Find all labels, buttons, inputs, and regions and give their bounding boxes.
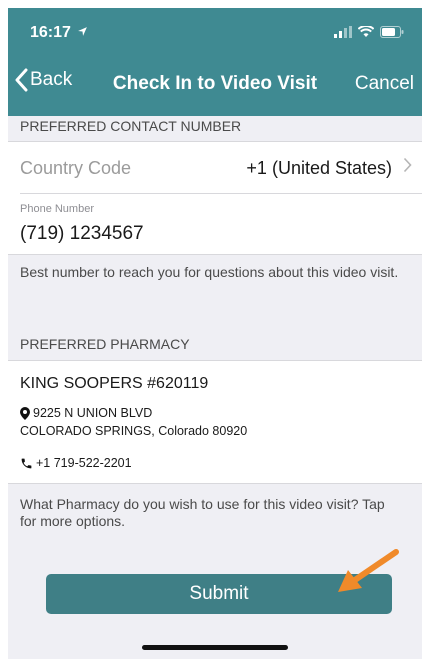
phone-icon (20, 457, 33, 470)
country-code-row[interactable]: Country Code +1 (United States) (8, 142, 422, 194)
home-indicator (142, 645, 288, 650)
contact-help-text: Best number to reach you for questions a… (20, 264, 399, 280)
section-header-contact: PREFERRED CONTACT NUMBER (20, 118, 242, 134)
section-header-pharmacy: PREFERRED PHARMACY (20, 336, 190, 352)
back-button[interactable]: Back (14, 68, 72, 92)
navigation-bar: Back Check In to Video Visit Cancel (8, 64, 422, 104)
divider (8, 483, 422, 484)
pharmacy-help-text: What Pharmacy do you wish to use for thi… (20, 496, 385, 529)
orange-arrow-annotation (338, 549, 399, 592)
phone-number-label: Phone Number (20, 203, 94, 215)
chevron-left-icon (15, 68, 28, 92)
cancel-button[interactable]: Cancel (355, 73, 414, 95)
contact-card: Country Code +1 (United States) Phone Nu… (8, 142, 422, 254)
pharmacy-address-line1: 9225 N UNION BLVD (20, 406, 152, 420)
status-time: 16:17 (30, 24, 88, 42)
app-screen: 16:17 Back Check In to Video Visit Cance… (8, 8, 422, 659)
status-time-text: 16:17 (30, 24, 71, 41)
location-arrow-icon (78, 27, 88, 36)
header: 16:17 Back Check In to Video Visit Cance… (8, 8, 422, 116)
status-icons (334, 26, 404, 38)
pharmacy-card[interactable]: KING SOOPERS #620119 9225 N UNION BLVD C… (8, 361, 422, 483)
battery-icon (380, 26, 404, 38)
country-code-value: +1 (United States) (246, 158, 392, 178)
pharmacy-address-line1-text: 9225 N UNION BLVD (33, 406, 153, 420)
phone-number-field[interactable]: Phone Number (719) 1234567 (8, 194, 422, 254)
chevron-right-icon (403, 157, 412, 178)
country-code-label: Country Code (20, 158, 132, 178)
pharmacy-address-line2: COLORADO SPRINGS, Colorado 80920 (20, 424, 248, 438)
status-bar: 16:17 (8, 8, 422, 52)
wifi-icon (358, 26, 374, 37)
signal-icon (334, 26, 352, 38)
pharmacy-phone-text: +1 719-522-2201 (36, 456, 132, 470)
divider (8, 254, 422, 255)
phone-number-value: (719) 1234567 (20, 223, 144, 244)
pharmacy-name: KING SOOPERS #620119 (20, 375, 209, 392)
map-pin-icon (20, 406, 30, 420)
back-label: Back (30, 69, 73, 90)
pharmacy-phone: +1 719-522-2201 (20, 456, 132, 470)
